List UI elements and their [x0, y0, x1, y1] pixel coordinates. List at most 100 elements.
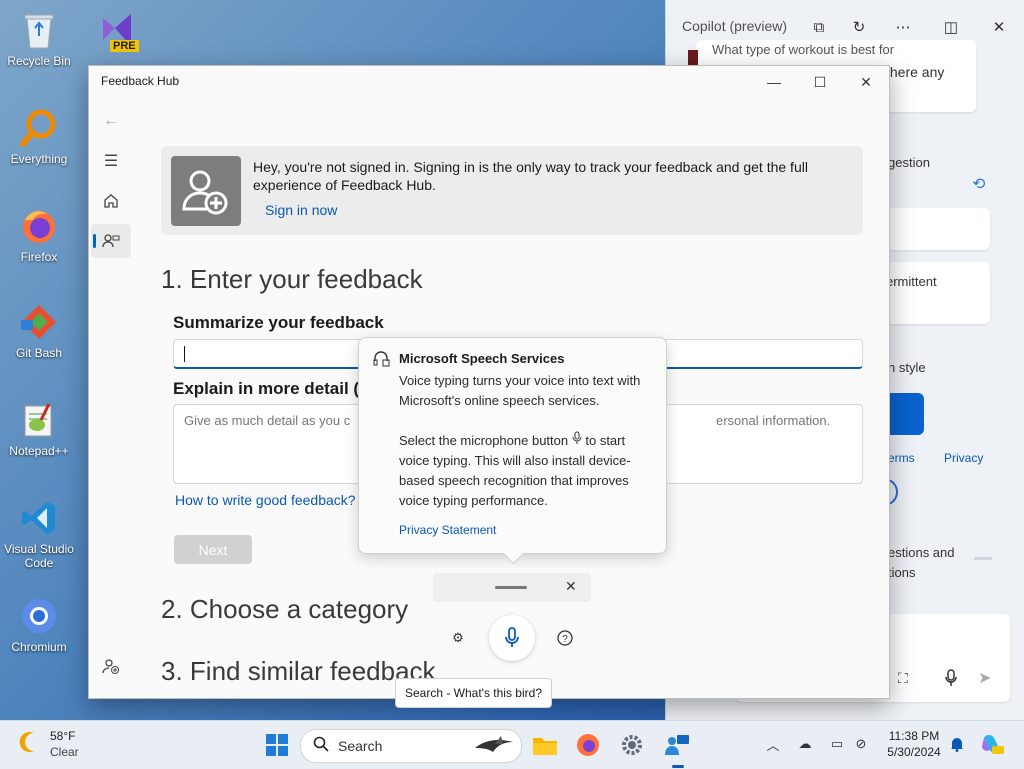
text-caret — [184, 346, 185, 362]
speech-services-popup: Microsoft Speech Services Voice typing t… — [358, 337, 667, 554]
weather-condition: Clear — [50, 745, 79, 759]
desktop-icon-visual-studio[interactable]: PRE — [82, 8, 152, 54]
speech-title: Microsoft Speech Services — [399, 351, 565, 366]
notification-bell-icon[interactable] — [948, 735, 966, 753]
home-icon[interactable] — [91, 184, 131, 218]
copilot-text: tions — [888, 565, 916, 580]
divider — [974, 557, 992, 560]
copilot-title: Copilot (preview) — [682, 18, 788, 34]
desktop-icon-vscode[interactable]: Visual Studio Code — [4, 496, 74, 570]
section-title-category: 2. Choose a category — [161, 594, 409, 624]
copilot-thumb — [688, 50, 698, 66]
microphone-inline-icon — [572, 431, 582, 448]
detail-placeholder: Give as much detail as you c — [184, 413, 351, 428]
settings-taskbar-icon[interactable] — [617, 730, 647, 760]
desktop-icon-chromium[interactable]: Chromium — [4, 594, 74, 654]
open-external-icon[interactable]: ⧉ — [808, 16, 830, 38]
close-copilot-button[interactable]: ✕ — [988, 16, 1010, 38]
speech-body-1: Voice typing turns your voice into text … — [399, 373, 641, 408]
voice-settings-gear-icon[interactable]: ⚙ — [446, 626, 470, 650]
desktop-icon-notepadpp[interactable]: Notepad++ — [4, 398, 74, 458]
settings-gear-icon[interactable]: ⚙ — [91, 689, 131, 698]
svg-text:?: ? — [562, 634, 568, 645]
network-icon[interactable]: ⊘ — [852, 735, 870, 753]
terms-link[interactable]: erms — [888, 451, 915, 465]
system-clock[interactable]: 11:38 PM 5/30/2024 — [880, 728, 948, 760]
sign-in-banner: Hey, you're not signed in. Signing in is… — [161, 146, 863, 235]
voice-help-icon[interactable]: ? — [553, 626, 577, 650]
chromium-icon — [17, 594, 61, 638]
refresh-icon[interactable]: ↻ — [848, 16, 870, 38]
privacy-link[interactable]: Privacy — [944, 451, 983, 465]
back-arrow-icon[interactable]: ← — [91, 104, 131, 138]
window-title: Feedback Hub — [101, 74, 180, 88]
add-account-icon[interactable] — [91, 649, 131, 683]
regenerate-icon[interactable]: ⟲ — [972, 174, 985, 194]
search-tooltip: Search - What's this bird? — [395, 678, 552, 708]
weather-widget[interactable]: 58°F Clear — [16, 729, 79, 759]
desktop-icon-label: Visual Studio Code — [4, 542, 74, 570]
screenshot-icon[interactable]: ⛶ — [898, 670, 908, 687]
search-placeholder: Search — [338, 738, 383, 754]
search-icon — [313, 736, 329, 755]
privacy-statement-link[interactable]: Privacy Statement — [399, 523, 496, 537]
git-bash-icon — [17, 300, 61, 344]
desktop-icon-label: Notepad++ — [9, 444, 69, 458]
file-explorer-icon[interactable] — [530, 730, 560, 760]
show-hidden-icons-chevron-icon[interactable]: ︿ — [764, 735, 782, 753]
voice-typing-bar[interactable]: ✕ — [433, 573, 591, 602]
send-icon[interactable]: ➤ — [978, 668, 991, 688]
section-title-enter-feedback: 1. Enter your feedback — [161, 264, 423, 294]
taskbar: 58°F Clear Search ︿ ☁ ▭ ⊘ 11:38 PM 5/30/… — [0, 720, 1024, 769]
firefox-taskbar-icon[interactable] — [573, 730, 603, 760]
nav-rail: ← ☰ ⚙ — [89, 98, 133, 698]
microphone-icon[interactable] — [944, 669, 958, 690]
desktop-icon-recycle-bin[interactable]: Recycle Bin — [4, 8, 74, 68]
feedback-help-link[interactable]: How to write good feedback? — [175, 492, 356, 508]
desktop-icon-label: Recycle Bin — [7, 54, 71, 68]
display-icon[interactable]: ▭ — [828, 735, 846, 753]
moon-icon — [19, 732, 34, 752]
taskbar-search[interactable]: Search — [300, 729, 522, 763]
desktop-icon-everything[interactable]: Everything — [4, 106, 74, 166]
close-voice-typing-icon[interactable]: ✕ — [565, 578, 577, 595]
side-panel-icon[interactable]: ◫ — [940, 16, 962, 38]
speech-body-2: Select the microphone button to start vo… — [399, 431, 659, 511]
desktop-icon-label: Git Bash — [15, 346, 63, 360]
sign-in-message: Hey, you're not signed in. Signing in is… — [253, 159, 808, 193]
suggestion-text: ermittent — [886, 274, 937, 289]
desktop-icon-label: Firefox — [20, 250, 58, 264]
maximize-button[interactable]: ☐ — [797, 66, 843, 98]
voice-microphone-button[interactable] — [489, 615, 535, 661]
desktop-icon-firefox[interactable]: Firefox — [4, 204, 74, 264]
explain-label: Explain in more detail ( — [173, 379, 360, 398]
headset-lock-icon — [373, 350, 391, 371]
cloud-offline-icon[interactable]: ☁ — [796, 735, 814, 753]
sign-in-link[interactable]: Sign in now — [265, 202, 337, 218]
more-options-icon[interactable]: ⋯ — [892, 16, 914, 38]
desktop-icon-label: Everything — [10, 152, 68, 166]
copilot-text: gestion — [888, 155, 930, 170]
next-button[interactable]: Next — [174, 535, 252, 564]
clock-date: 5/30/2024 — [887, 745, 941, 759]
feedback-nav-icon[interactable] — [91, 224, 131, 258]
weather-temp: 58°F — [50, 729, 76, 743]
vscode-icon — [17, 496, 61, 540]
preview-badge: PRE — [110, 40, 139, 52]
desktop-icon-label: Chromium — [11, 640, 67, 654]
copilot-text: estions and — [888, 545, 955, 560]
drag-handle[interactable] — [495, 586, 527, 589]
start-button[interactable] — [262, 730, 292, 760]
hamburger-menu-icon[interactable]: ☰ — [91, 144, 131, 178]
minimize-button[interactable]: — — [751, 66, 797, 98]
close-button[interactable]: ✕ — [843, 66, 889, 98]
speech-body-2a: Select the microphone button — [399, 433, 569, 448]
copilot-taskbar-icon[interactable] — [980, 732, 1004, 756]
add-person-icon — [171, 156, 241, 226]
recycle-bin-icon — [17, 8, 61, 52]
copilot-snippet: What type of workout is best for — [712, 42, 895, 57]
desktop-icon-git-bash[interactable]: Git Bash — [4, 300, 74, 360]
bird-highlight-icon — [471, 734, 517, 761]
firefox-icon — [17, 204, 61, 248]
feedback-hub-taskbar-icon[interactable] — [662, 730, 692, 760]
